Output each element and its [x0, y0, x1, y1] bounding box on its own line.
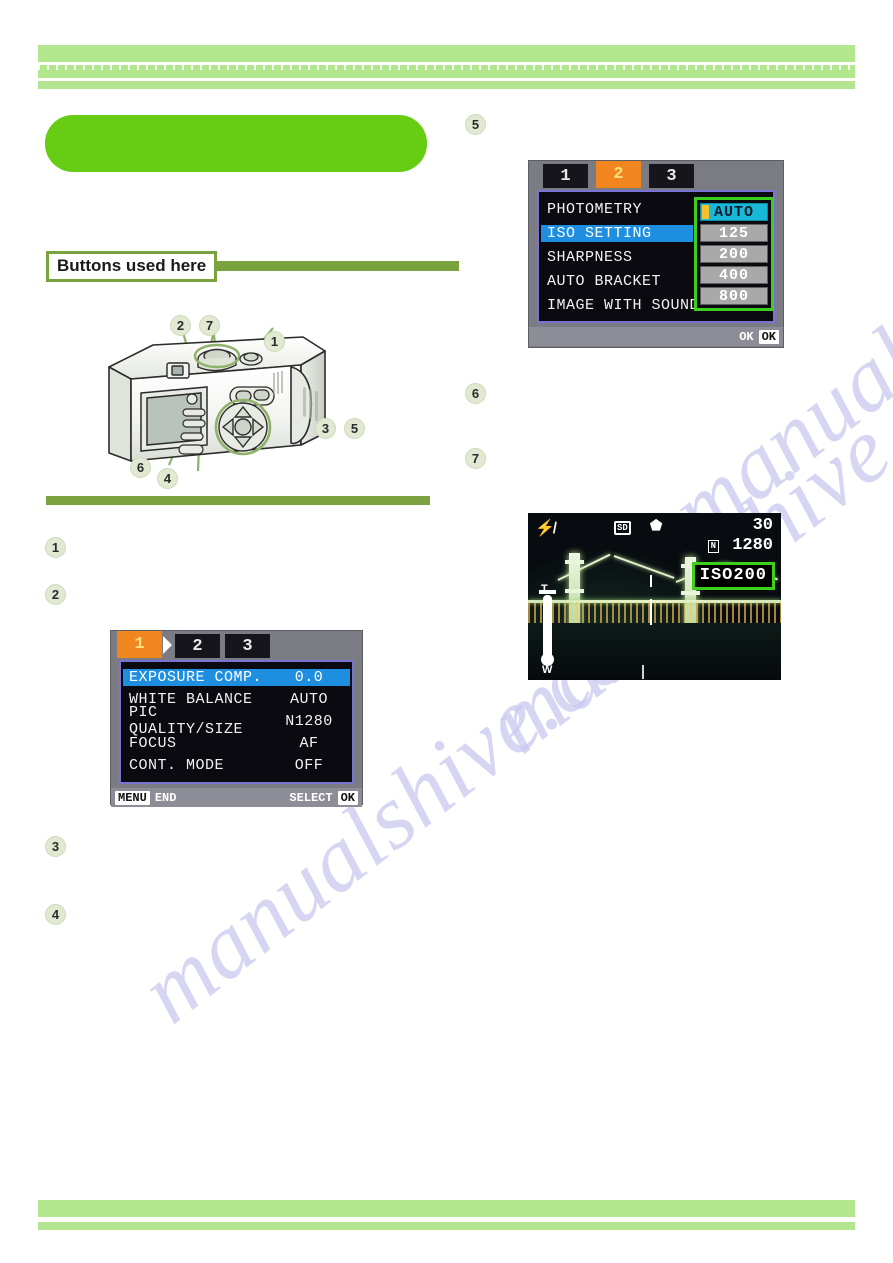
menu-item-label: EXPOSURE COMP.: [123, 668, 268, 686]
step-bullet-7: 7: [465, 448, 486, 469]
section-tag-rule: [214, 261, 460, 271]
iso-value-badge: ISO200: [691, 562, 775, 590]
iso-option-200[interactable]: 200: [700, 245, 768, 263]
camera-callout-2: 2: [170, 315, 191, 336]
header-bar-thin: [38, 81, 855, 89]
section-heading-buttons-used-here: Buttons used here: [46, 250, 460, 282]
still-camera-icon: ⬟: [650, 519, 663, 535]
menu-item-value: N1280: [285, 712, 333, 730]
menu-item-value: 0.0: [268, 668, 350, 686]
frame-mark: [642, 665, 644, 679]
step-bullet-2: 2: [45, 584, 66, 605]
water: [528, 623, 781, 680]
step-bullet-4: 4: [45, 904, 66, 925]
iso-option-800[interactable]: 800: [700, 287, 768, 305]
page-title-banner: [45, 115, 427, 172]
menu-item-value: AUTO: [289, 690, 328, 708]
zoom-wide-label: W: [542, 664, 553, 676]
af-target-mark: [650, 599, 652, 625]
menu-key-icon[interactable]: MENU: [115, 790, 150, 805]
step-bullet-1: 1: [45, 537, 66, 558]
iso-menu-tab-3[interactable]: 3: [649, 164, 694, 188]
step-bullet-6: 6: [465, 383, 486, 404]
iso-menu-tab-1[interactable]: 1: [543, 164, 588, 188]
header-bar-dashed: [38, 65, 855, 78]
menu-tab-2[interactable]: 2: [175, 634, 220, 658]
sd-card-icon: SD: [614, 521, 631, 535]
section-divider: [46, 496, 430, 505]
zoom-slider[interactable]: [543, 595, 552, 659]
af-target-mark: [650, 575, 652, 587]
footer-bar-thin: [38, 1222, 855, 1230]
menu-tab-3[interactable]: 3: [225, 634, 270, 658]
lcd-screenshot-iso-menu: 1 2 3 PHOTOMETRY ISO SETTING SHARPNESS A…: [528, 160, 784, 348]
city-lights: [528, 601, 781, 624]
menu-footer-end-label: END: [154, 790, 177, 805]
iso-menu-footer-bar: OK OK: [529, 327, 783, 346]
lcd-screenshot-shooting-menu: 1 2 3 EXPOSURE COMP. 0.0 WHITE BALANCE A…: [110, 630, 363, 807]
flash-off-icon: ⚡̸: [535, 520, 555, 538]
menu-footer-select-label: SELECT: [289, 790, 333, 805]
header-bar-thick: [38, 45, 855, 62]
iso-menu-tab-2[interactable]: 2: [596, 161, 641, 188]
menu-row[interactable]: CONT. MODE OFF: [123, 754, 350, 776]
menu-tab-row: 1 2 3: [111, 631, 362, 658]
step-bullet-5: 5: [465, 114, 486, 135]
menu-list: EXPOSURE COMP. 0.0 WHITE BALANCE AUTO PI…: [119, 660, 354, 784]
ok-key-icon[interactable]: OK: [758, 329, 779, 344]
iso-menu-tab-row: 1 2 3: [529, 161, 783, 188]
step-bullet-3: 3: [45, 836, 66, 857]
section-tag-label: Buttons used here: [46, 250, 218, 282]
menu-item-label: FOCUS: [129, 734, 177, 752]
shots-remaining: 30: [752, 516, 773, 535]
menu-item-label: PIC QUALITY/SIZE: [129, 704, 244, 738]
footer-bar-thick: [38, 1200, 855, 1217]
camera-callout-4: 4: [157, 468, 178, 489]
menu-row[interactable]: EXPOSURE COMP. 0.0: [123, 666, 350, 688]
iso-option-auto[interactable]: AUTO: [700, 203, 768, 221]
ok-key-icon[interactable]: OK: [337, 790, 358, 805]
menu-tab-1[interactable]: 1: [117, 631, 162, 658]
camera-callout-5: 5: [344, 418, 365, 439]
chevron-right-icon: [163, 635, 172, 654]
iso-options-callout: AUTO 125 200 400 800: [694, 197, 774, 311]
iso-option-125[interactable]: 125: [700, 224, 768, 242]
iso-footer-ok-label: OK: [739, 329, 754, 344]
menu-row[interactable]: PIC QUALITY/SIZE N1280: [123, 704, 350, 738]
menu-item-value: OFF: [294, 756, 324, 774]
camera-callout-1: 1: [264, 331, 285, 352]
camera-callout-6: 6: [130, 457, 151, 478]
zoom-tele-label: T: [541, 583, 548, 595]
camera-callout-7: 7: [199, 315, 220, 336]
lcd-screenshot-live-view: ⚡̸ SD ⬟ 30 N 1280 ISO200 T W: [528, 513, 781, 680]
menu-item-label: CONT. MODE: [129, 756, 225, 774]
quality-icon: N: [707, 540, 719, 553]
menu-row[interactable]: FOCUS AF: [123, 732, 350, 754]
menu-item-label: ISO SETTING: [541, 224, 693, 242]
resolution-value: 1280: [732, 536, 773, 555]
iso-option-400[interactable]: 400: [700, 266, 768, 284]
menu-item-value: AF: [299, 734, 319, 752]
menu-footer-bar: MENU END SELECT OK: [111, 788, 362, 807]
camera-callout-3: 3: [315, 418, 336, 439]
